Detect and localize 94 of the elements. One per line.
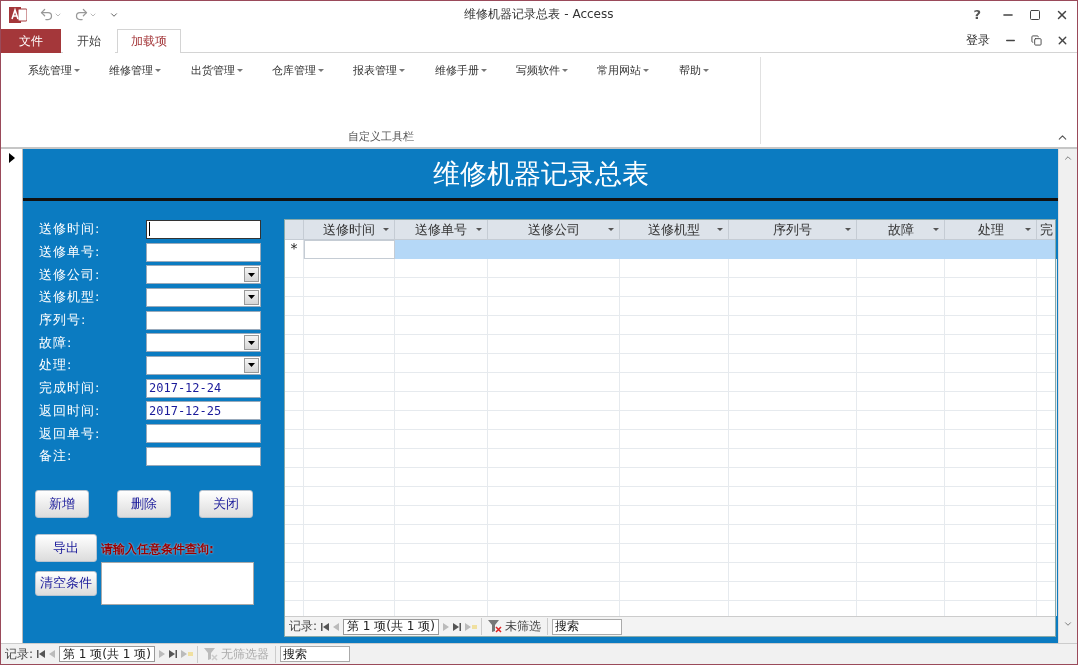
caret-icon — [74, 68, 80, 73]
ribbon-tab[interactable]: 加载项 — [117, 29, 181, 53]
query-prompt: 请输入任意条件查询: — [101, 541, 215, 559]
dropdown-arrow-icon[interactable] — [933, 228, 939, 232]
dropdown-arrow-icon[interactable] — [1025, 228, 1031, 232]
column-header[interactable]: 序列号 — [729, 220, 857, 239]
help-button[interactable]: ? — [967, 7, 987, 22]
dropdown-arrow-icon[interactable] — [717, 228, 723, 232]
caret-icon — [643, 68, 650, 73]
first-record-icon[interactable] — [37, 650, 46, 658]
ribbon-menu[interactable]: 维修手册 — [434, 63, 516, 78]
dropdown-arrow-icon[interactable] — [476, 228, 482, 232]
group-label: 自定义工具栏 — [346, 129, 415, 144]
sign-in-link[interactable]: 登录 — [966, 31, 990, 49]
form-button[interactable]: 删除 — [117, 489, 171, 518]
column-header[interactable]: 完 — [1037, 220, 1055, 239]
undo-icon[interactable] — [39, 7, 62, 22]
input-field[interactable] — [146, 310, 261, 330]
app-icon[interactable] — [9, 5, 27, 24]
funnel-icon — [487, 620, 502, 633]
input-field[interactable] — [146, 242, 261, 262]
funnel-icon — [203, 647, 218, 661]
first-record-icon[interactable] — [321, 622, 330, 631]
restore-icon[interactable] — [1031, 34, 1042, 46]
caret-icon — [155, 68, 162, 73]
ribbon-menu[interactable]: 常用网站 — [597, 63, 679, 78]
dropdown-arrow-icon[interactable] — [608, 228, 614, 232]
ribbon-menu[interactable]: 系统管理 — [28, 63, 110, 78]
caret-icon — [318, 68, 324, 73]
field-label: 序列号: — [38, 311, 88, 330]
field-label: 送修公司: — [38, 265, 102, 284]
scroll-bar[interactable] — [1058, 149, 1077, 643]
combo-box[interactable] — [146, 355, 261, 375]
record-position-field[interactable]: 第 1 项(共 1 项) — [59, 646, 155, 662]
column-header[interactable]: 送修时间 — [304, 220, 395, 239]
clear-button[interactable]: 清空条件 — [35, 570, 97, 596]
field-label: 故障: — [38, 333, 74, 352]
ribbon-menu[interactable]: 仓库管理 — [272, 63, 354, 78]
caret-icon — [399, 68, 406, 73]
dropdown-icon[interactable] — [244, 335, 259, 351]
record-selector-icon[interactable] — [8, 153, 15, 163]
caret-icon — [561, 68, 568, 73]
field-label: 备注: — [38, 447, 74, 466]
field-label: 送修机型: — [38, 288, 102, 307]
last-record-icon[interactable] — [168, 650, 177, 658]
form-button[interactable]: 关闭 — [199, 489, 253, 518]
query-field[interactable] — [101, 561, 254, 605]
column-header[interactable]: 处理 — [945, 220, 1037, 239]
input-field[interactable] — [146, 219, 261, 239]
last-record-icon[interactable] — [452, 622, 461, 631]
search-field[interactable]: 搜索 — [551, 618, 622, 635]
input-field[interactable] — [146, 424, 261, 444]
input-field[interactable]: 2017-12-24 — [146, 378, 261, 398]
record-position-field[interactable]: 第 1 项(共 1 项) — [343, 618, 439, 635]
record-label: 记录: — [289, 618, 318, 635]
ribbon-menu[interactable]: 帮助 — [678, 63, 760, 78]
field-label: 处理: — [38, 356, 74, 375]
search-field[interactable]: 搜索 — [279, 646, 350, 662]
dropdown-arrow-icon[interactable] — [845, 228, 851, 232]
dropdown-icon[interactable] — [244, 357, 259, 373]
combo-box[interactable] — [146, 333, 261, 353]
ribbon-menu[interactable]: 维修管理 — [109, 63, 191, 78]
input-field[interactable]: 2017-12-25 — [146, 401, 261, 421]
redo-icon[interactable] — [74, 7, 97, 22]
table-cell[interactable] — [304, 240, 395, 259]
dropdown-icon[interactable] — [244, 267, 259, 283]
combo-box[interactable] — [146, 287, 261, 307]
record-label: 记录: — [5, 645, 34, 663]
combo-box[interactable] — [146, 265, 261, 285]
field-label: 完成时间: — [38, 379, 102, 398]
field-label: 送修时间: — [38, 220, 102, 239]
input-field[interactable] — [146, 446, 261, 466]
filter-toggle[interactable]: 未筛选 — [480, 618, 548, 635]
column-header[interactable]: 故障 — [857, 220, 945, 239]
column-header[interactable]: 送修机型 — [620, 220, 729, 239]
field-label: 返回单号: — [38, 424, 102, 443]
maximize-icon[interactable] — [1029, 8, 1041, 21]
column-header[interactable]: 送修公司 — [488, 220, 620, 239]
dropdown-icon[interactable] — [244, 289, 259, 305]
caret-icon — [236, 68, 243, 73]
form-button[interactable]: 新增 — [35, 489, 89, 518]
field-label: 返回时间: — [38, 401, 102, 420]
ribbon-menu[interactable]: 报表管理 — [353, 63, 435, 78]
ribbon-menu[interactable]: 写频软件 — [515, 63, 598, 78]
export-button[interactable]: 导出 — [35, 533, 97, 562]
form-title: 维修机器记录总表 — [23, 149, 1058, 201]
column-header[interactable]: 送修单号 — [395, 220, 488, 239]
dropdown-arrow-icon[interactable] — [383, 228, 389, 232]
ribbon-menu[interactable]: 出货管理 — [190, 63, 272, 78]
caret-icon — [480, 68, 487, 73]
caret-icon — [702, 68, 709, 73]
field-label: 送修单号: — [38, 243, 102, 262]
window-title: 维修机器记录总表 - Access — [464, 6, 614, 23]
file-tab[interactable]: 文件 — [1, 29, 61, 53]
